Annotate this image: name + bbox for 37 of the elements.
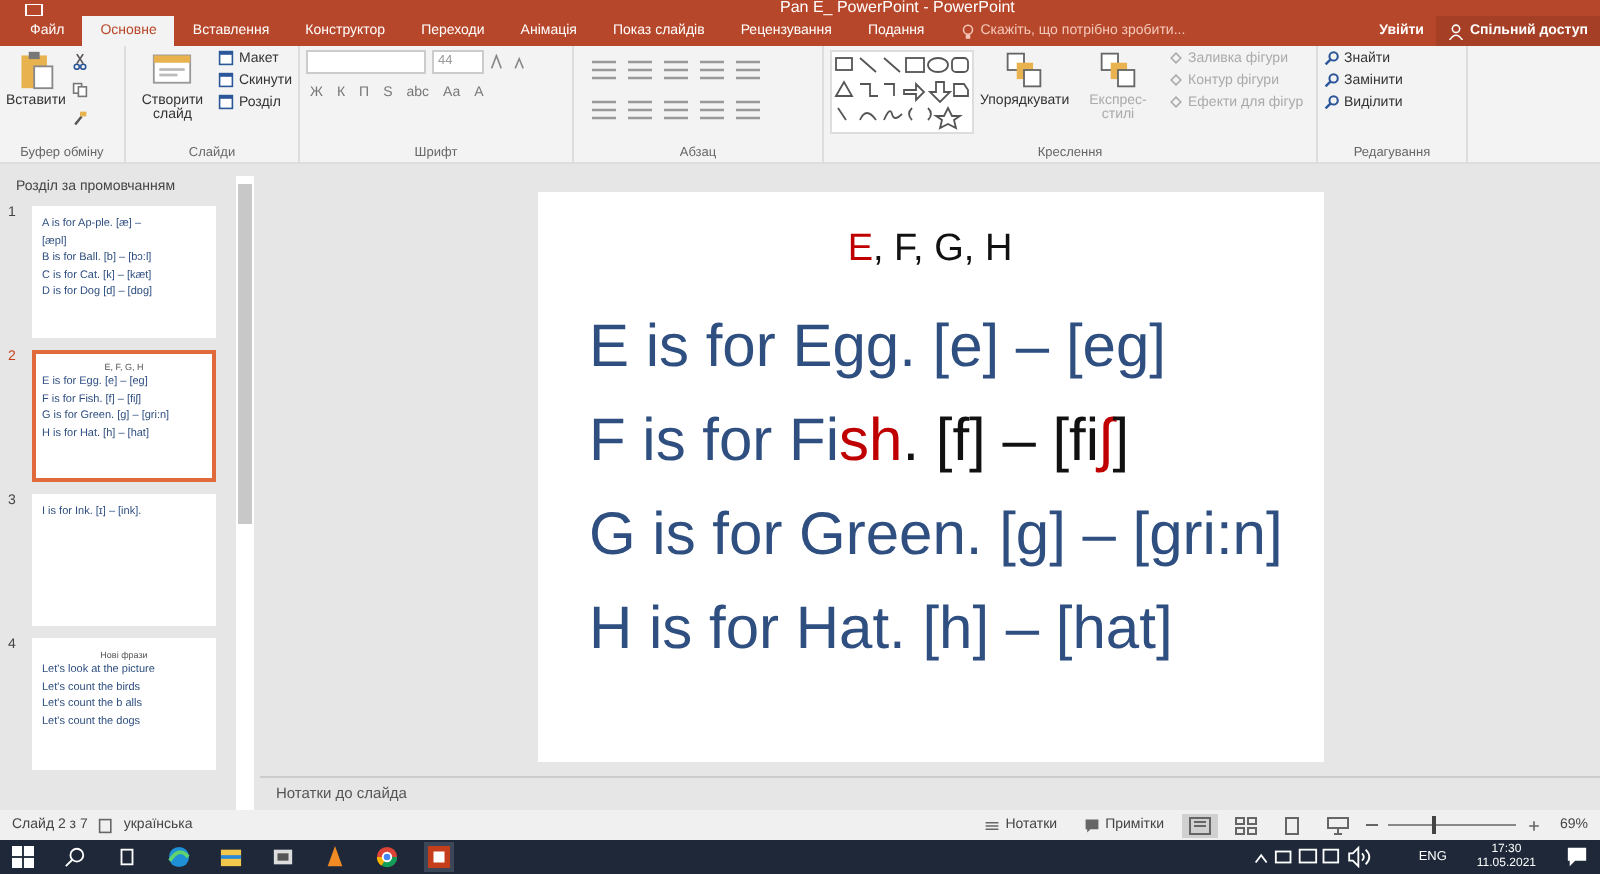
magnifier-icon [1324, 94, 1340, 110]
zoom-in-icon[interactable] [1525, 817, 1542, 833]
scissors-icon[interactable] [71, 54, 88, 70]
slide-text: G is for Green. [g] – [gri:n] [589, 499, 1285, 571]
layout-icon [218, 72, 235, 88]
notes-icon [983, 817, 1000, 833]
window-title: Pan E_ PowerPoint - PowerPoint [780, 0, 1015, 16]
shapes-gallery-drawing[interactable] [830, 50, 974, 134]
chrome-icon[interactable] [376, 846, 398, 868]
lightbulb-icon [962, 23, 975, 39]
brush-icon[interactable] [71, 110, 88, 126]
scrollbar[interactable] [236, 176, 254, 810]
save-icon[interactable] [24, 4, 44, 16]
slide-text: H is for Hat. [h] – [hat] [589, 593, 1175, 665]
person-icon [1447, 23, 1464, 39]
folder-icon[interactable] [220, 846, 242, 868]
windows-start-icon[interactable] [12, 846, 34, 868]
shrink-font-icon[interactable] [512, 54, 528, 70]
notification-icon[interactable] [1566, 846, 1588, 868]
normal-view-icon[interactable] [1181, 813, 1218, 837]
font-name-field[interactable] [306, 50, 426, 74]
task-view-icon[interactable] [116, 846, 138, 868]
magnifier-icon [1324, 50, 1340, 66]
browser-icon[interactable] [168, 846, 190, 868]
layout-icon [218, 94, 235, 110]
powerpoint-icon[interactable] [428, 846, 450, 868]
cone-icon[interactable] [324, 846, 346, 868]
slide-text: F is for Fish. [f] – [fiʃ] [589, 405, 1132, 477]
copy-icon[interactable] [71, 82, 88, 98]
magnifier-icon [1324, 72, 1340, 88]
search-icon[interactable] [64, 846, 86, 868]
slide-text: E is for Egg. [e] – [eg] [589, 311, 1168, 383]
comment-icon [1083, 817, 1100, 833]
grow-font-icon[interactable] [490, 54, 506, 70]
slide-title: E, F, G, H [845, 227, 1015, 271]
slide-canvas[interactable]: E, F, G, H E is for Egg. [e] – [eg] F is for Fish. [f] – [fiʃ] G is for Green. [g] – [gri:n] H is for Hat. [h] – [hat] [537, 191, 1323, 761]
film-icon[interactable] [272, 846, 294, 868]
